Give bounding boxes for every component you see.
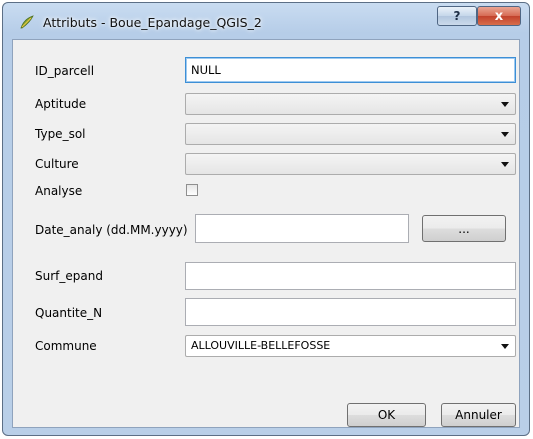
- ok-button[interactable]: OK: [347, 403, 426, 427]
- id-parcell-input[interactable]: [185, 57, 516, 83]
- type-sol-combobox[interactable]: [185, 123, 516, 145]
- chevron-down-icon: [501, 344, 509, 349]
- title-bar[interactable]: Attributs - Boue_Epandage_QGIS_2 ? x: [3, 3, 529, 37]
- analyse-checkbox[interactable]: [186, 184, 198, 196]
- date-picker-label: ...: [458, 221, 470, 236]
- qgis-logo-icon: [20, 15, 34, 29]
- help-button[interactable]: ?: [437, 6, 477, 26]
- quantite-n-input[interactable]: [185, 298, 516, 326]
- culture-combobox[interactable]: [185, 153, 516, 175]
- aptitude-label: Aptitude: [35, 97, 87, 111]
- close-button[interactable]: x: [477, 6, 521, 26]
- attributes-dialog: Attributs - Boue_Epandage_QGIS_2 ? x ID_…: [2, 2, 530, 436]
- cancel-button-label: Annuler: [455, 408, 502, 422]
- cancel-button[interactable]: Annuler: [441, 403, 516, 427]
- help-icon: ?: [453, 9, 461, 23]
- commune-value: ALLOUVILLE-BELLEFOSSE: [191, 339, 331, 352]
- surf-epand-input[interactable]: [185, 262, 516, 290]
- type-sol-label: Type_sol: [35, 127, 86, 141]
- chevron-down-icon: [501, 132, 509, 137]
- ok-button-label: OK: [377, 408, 396, 422]
- chevron-down-icon: [501, 102, 509, 107]
- date-picker-button[interactable]: ...: [422, 215, 506, 242]
- commune-combobox[interactable]: ALLOUVILLE-BELLEFOSSE: [185, 335, 516, 357]
- date-analy-input[interactable]: [195, 214, 409, 243]
- surf-epand-label: Surf_epand: [35, 269, 103, 283]
- aptitude-combobox[interactable]: [185, 93, 516, 115]
- analyse-label: Analyse: [35, 184, 83, 198]
- quantite-n-label: Quantite_N: [35, 306, 103, 320]
- culture-label: Culture: [35, 157, 79, 171]
- window-title: Attributs - Boue_Epandage_QGIS_2: [43, 15, 262, 30]
- chevron-down-icon: [501, 162, 509, 167]
- date-analy-label: Date_analy (dd.MM.yyyy): [35, 223, 188, 237]
- dialog-body: ID_parcell Aptitude Type_sol Culture Ana…: [12, 39, 520, 428]
- id-parcell-label: ID_parcell: [35, 64, 95, 78]
- close-icon: x: [494, 8, 504, 24]
- commune-label: Commune: [35, 339, 97, 353]
